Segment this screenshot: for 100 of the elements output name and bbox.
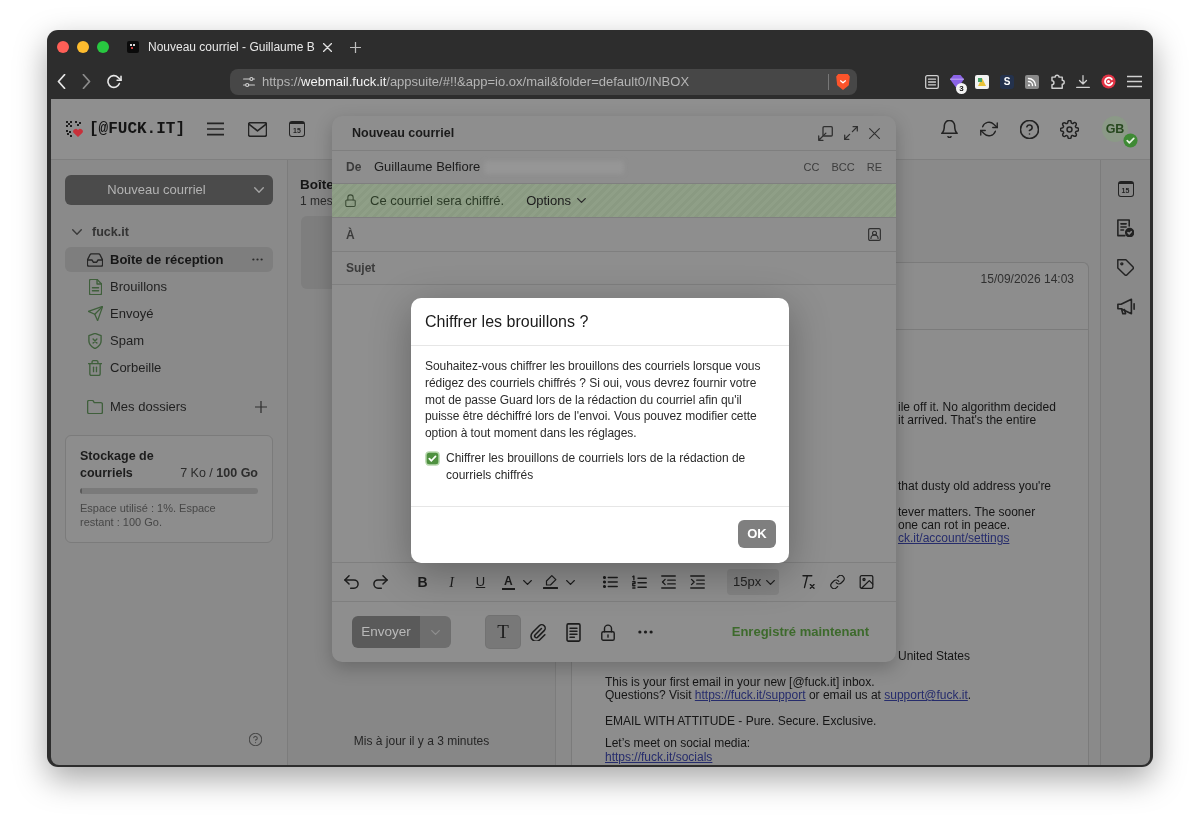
storage-usage: 7 Ko / 100 Go — [180, 465, 258, 482]
plus-icon[interactable] — [255, 401, 267, 413]
lock-icon — [345, 194, 356, 207]
megaphone-icon[interactable] — [1116, 298, 1135, 315]
trash-icon — [88, 359, 102, 376]
avatar[interactable]: GB — [1102, 116, 1128, 142]
indent-icon[interactable] — [690, 575, 705, 589]
undo-icon[interactable] — [344, 575, 359, 589]
chevron-down-icon[interactable] — [522, 579, 532, 585]
checked-document-icon[interactable] — [1117, 219, 1134, 237]
menu-icon[interactable] — [207, 122, 224, 136]
letter-extension-button[interactable]: S — [1000, 74, 1014, 89]
folder-item[interactable]: Corbeille — [65, 355, 273, 380]
redo-icon[interactable] — [373, 575, 388, 589]
more-icon — [637, 630, 653, 634]
square-logo-icon — [127, 41, 139, 53]
note-tile-icon[interactable] — [975, 74, 989, 89]
envelope-icon[interactable] — [248, 121, 267, 137]
text-color-button[interactable]: A — [502, 574, 515, 590]
contact-card-icon[interactable] — [868, 228, 881, 241]
shield-icon[interactable] — [836, 73, 850, 90]
recipient-option[interactable]: CC — [803, 158, 820, 176]
swirl-icon[interactable] — [1101, 74, 1116, 89]
minimize-window-button[interactable] — [77, 41, 89, 53]
email-date: 15/09/2026 14:03 — [980, 272, 1074, 286]
email-link[interactable]: https://fuck.it/support — [694, 688, 806, 703]
box-arrow-icon[interactable] — [818, 125, 833, 141]
new-mail-button[interactable]: Nouveau courriel — [65, 175, 273, 205]
checkbox-label[interactable]: Chiffrer les brouillons de courriels lors de la rédaction de courriels chiffrés — [446, 450, 777, 484]
outdent-icon[interactable] — [661, 575, 676, 589]
expand-icon[interactable] — [844, 126, 858, 140]
bulleted-list-icon[interactable] — [603, 575, 618, 589]
chevron-down-icon — [576, 198, 586, 203]
folder-item[interactable]: Brouillons — [65, 274, 273, 299]
storage-note: Espace utilisé : 1%. Espace restant : 100 Go. — [80, 502, 217, 529]
forward-icon[interactable] — [82, 74, 91, 89]
browser-tab[interactable]: Nouveau courriel - Guillaume B — [127, 38, 315, 56]
settings-icon[interactable] — [1060, 119, 1079, 139]
rss-tile-icon[interactable] — [1025, 74, 1039, 89]
email-text: ile off it. No algorithm decided — [898, 401, 1056, 415]
tag-icon[interactable] — [1117, 259, 1134, 276]
my-folders-label[interactable]: Mes dossiers — [110, 397, 187, 417]
reader-icon[interactable] — [925, 74, 939, 89]
refresh-icon[interactable] — [980, 121, 998, 137]
puzzle-icon[interactable] — [1050, 74, 1065, 89]
help-icon[interactable] — [249, 733, 262, 746]
folder-item[interactable]: Envoyé — [65, 301, 273, 326]
folder-icon — [87, 400, 103, 414]
chevron-down-icon[interactable] — [566, 579, 575, 585]
zoom-window-button[interactable] — [97, 41, 109, 53]
folder-item[interactable]: Spam — [65, 328, 273, 353]
recipient-option[interactable]: BCC — [831, 158, 855, 176]
text-mode-button[interactable]: T — [486, 616, 520, 648]
email-link[interactable]: ck.it/account/settings — [898, 531, 1010, 546]
options-dropdown[interactable]: Options — [526, 190, 586, 211]
storage-title: Stockage de courriels — [80, 448, 155, 482]
help-icon[interactable] — [1020, 119, 1039, 139]
from-label: De — [346, 159, 363, 176]
bell-icon[interactable] — [941, 120, 958, 138]
email-link[interactable]: support@fuck.it — [884, 688, 968, 703]
app-logo[interactable]: [@FUCK.IT] — [89, 121, 185, 137]
pixel-heart-icon — [66, 121, 84, 137]
underline-button[interactable]: U — [466, 572, 495, 592]
reload-icon[interactable] — [107, 74, 122, 89]
chevron-down-icon — [254, 187, 264, 193]
dialog-title: Chiffrer les brouillons ? — [425, 311, 589, 332]
sender-name[interactable]: Guillaume Belfiore — [374, 157, 481, 177]
link-icon[interactable] — [830, 575, 845, 589]
email-text: EMAIL WITH ATTITUDE - Pure. Secure. Exclusive. — [605, 715, 877, 729]
lock-icon — [601, 622, 615, 642]
font-size-select[interactable]: 15px — [727, 569, 779, 595]
address-bar[interactable]: https://webmail.fuck.it/appsuite/#!!&app=io.ox/mail&folder=default0/INBOX — [230, 68, 857, 95]
highlighter-icon[interactable] — [543, 575, 558, 589]
chevron-down-icon[interactable] — [72, 229, 82, 235]
account-label[interactable]: fuck.it — [92, 222, 129, 242]
email-text: one can rot in peace. — [898, 518, 1011, 532]
email-link[interactable]: https://fuck.it/socials — [605, 750, 713, 764]
more-icon[interactable] — [252, 258, 263, 261]
folder-item[interactable]: Boîte de réception — [65, 247, 273, 272]
count-badge: 3 — [956, 82, 967, 94]
ok-button[interactable]: OK — [738, 520, 776, 548]
italic-button[interactable]: I — [437, 571, 466, 593]
send-button[interactable]: Envoyer — [352, 616, 420, 648]
checkbox[interactable] — [425, 451, 440, 466]
recipient-option[interactable]: RE — [866, 158, 882, 176]
paperclip-icon — [530, 623, 546, 641]
image-icon[interactable] — [859, 575, 874, 589]
close-window-button[interactable] — [57, 41, 69, 53]
compose-title: Nouveau courriel — [352, 124, 455, 142]
back-icon[interactable] — [57, 74, 66, 89]
download-icon[interactable] — [1076, 74, 1090, 89]
update-status: Mis à jour il y a 3 minutes — [353, 733, 490, 750]
numbered-list-icon[interactable] — [632, 575, 647, 589]
plus-icon[interactable] — [349, 41, 361, 53]
email-text: Let’s meet on social media: — [605, 737, 751, 751]
bold-button[interactable]: B — [408, 571, 437, 593]
email-text: it arrived. That's the entire — [898, 414, 1037, 428]
clear-format-icon[interactable] — [801, 575, 816, 589]
save-status: Enregistré maintenant — [731, 623, 869, 642]
document-lines-icon — [565, 622, 581, 642]
